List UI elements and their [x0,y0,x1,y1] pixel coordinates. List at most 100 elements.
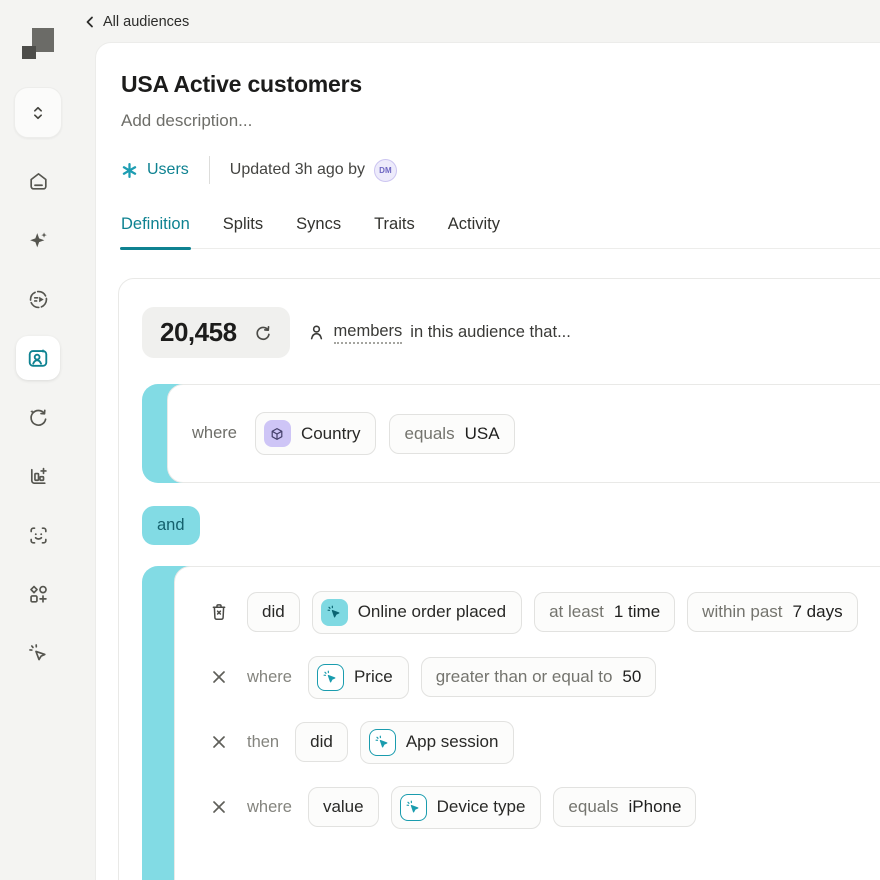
close-icon[interactable] [207,667,231,687]
person-icon [307,323,326,342]
and-connector-badge[interactable]: and [142,506,200,545]
activity-cursor-icon [27,642,50,665]
frequency-chip[interactable]: at least 1 time [534,592,675,632]
operator-value: 50 [622,667,641,687]
time-window-text: within past [702,602,782,622]
tab-traits[interactable]: Traits [373,215,416,248]
main-panel: USA Active customers Add description... … [95,42,880,880]
tab-syncs[interactable]: Syncs [295,215,342,248]
operator-value: iPhone [629,797,682,817]
entity-label: Users [147,161,189,179]
condition-row-then-app-session: then did A [207,719,880,765]
event-chip-online-order-placed[interactable]: Online order placed [312,591,522,634]
sidebar-item-identity[interactable] [16,513,60,557]
event-chip-app-session[interactable]: App session [360,721,515,764]
chevron-left-icon [84,16,96,28]
time-window-chip[interactable]: within past 7 days [687,592,857,632]
chips: did App session [295,721,514,764]
audience-meta-row: Users Updated 3h ago by DM [121,156,880,184]
did-chip[interactable]: did [295,722,348,762]
entity-users-link[interactable]: Users [121,161,189,179]
members-suffix: in this audience that... [410,323,571,342]
property-chip-price[interactable]: Price [308,656,409,699]
property-chip-label: Country [301,424,361,444]
close-icon[interactable] [207,797,231,817]
segment-logo[interactable] [18,12,60,62]
operator-text: equals [568,797,618,817]
condition-row-event: did Online order placed [207,589,880,635]
chips: Price greater than or equal to 50 [308,656,656,699]
breadcrumb-label: All audiences [103,14,189,30]
divider [209,156,210,184]
event-chip-label: Online order placed [358,602,506,622]
operator-chip-equals-iphone[interactable]: equals iPhone [553,787,696,827]
up-down-chevrons-icon [28,103,48,123]
member-count-pill: 20,458 [142,307,290,358]
sidebar-item-ai-assistant[interactable] [16,218,60,262]
description-placeholder[interactable]: Add description... [121,111,880,131]
operator-value: USA [465,424,500,444]
breadcrumb-back-all-audiences[interactable]: All audiences [84,11,189,33]
condition-group-1-card: where Country equals USA [167,384,880,483]
event-cursor-icon [369,729,396,756]
event-chip-label: App session [406,732,499,752]
sync-loop-icon [27,406,50,429]
tab-activity[interactable]: Activity [447,215,501,248]
updated-text: Updated 3h ago by [230,161,365,179]
workspace-switcher-button[interactable] [14,87,62,138]
event-cursor-icon [317,664,344,691]
refresh-icon[interactable] [253,323,272,342]
property-chip-device-type[interactable]: Device type [391,786,542,829]
sidebar-item-apps[interactable] [16,572,60,616]
members-link[interactable]: members [334,322,403,344]
condition-row-price: where Price [207,654,880,700]
sidebar [0,0,76,880]
logo-square-small [22,46,36,59]
analytics-chart-icon [27,465,50,488]
trash-icon[interactable] [207,601,231,623]
operator-text: equals [404,424,454,444]
row-keyword: then [247,733,279,752]
avatar-initials: DM [379,166,392,175]
operator-chip-equals-usa[interactable]: equals USA [389,414,514,454]
sidebar-item-home[interactable] [16,159,60,203]
row-keyword: where [247,668,292,687]
page-title[interactable]: USA Active customers [121,71,880,98]
apps-shapes-icon [27,583,50,606]
time-window-value: 7 days [793,602,843,622]
tab-splits[interactable]: Splits [222,215,264,248]
chips: value Device type [308,786,697,829]
value-chip[interactable]: value [308,787,379,827]
property-chip-label: Price [354,667,393,687]
event-cursor-icon [321,599,348,626]
definition-card: 20,458 members in this audience that.. [118,278,880,880]
snowflake-icon [121,162,138,179]
frequency-value: 1 time [614,602,660,622]
sidebar-item-engage[interactable] [16,277,60,321]
condition-row-device-type: where value [207,784,880,830]
did-chip[interactable]: did [247,592,300,632]
face-scan-icon [27,524,50,547]
audiences-person-card-icon [26,346,50,370]
sidebar-item-sync[interactable] [16,395,60,439]
home-icon [27,170,50,193]
operator-text: greater than or equal to [436,667,613,687]
operator-chip-gte-50[interactable]: greater than or equal to 50 [421,657,657,697]
sidebar-item-audiences[interactable] [16,336,60,380]
frequency-text: at least [549,602,604,622]
members-phrase: members in this audience that... [307,322,571,344]
avatar[interactable]: DM [374,159,397,182]
property-chip-country[interactable]: Country [255,412,377,455]
tab-definition[interactable]: Definition [120,215,191,248]
row-keyword: where [247,798,292,817]
condition-group-2-card: did Online order placed [174,566,880,880]
engage-play-icon [27,288,50,311]
sidebar-nav [16,159,60,675]
member-count-row: 20,458 members in this audience that.. [142,307,880,358]
chips: did Online order placed [247,591,858,634]
close-icon[interactable] [207,732,231,752]
sidebar-item-journeys[interactable] [16,631,60,675]
ai-spark-icon [27,229,50,252]
sidebar-item-analytics[interactable] [16,454,60,498]
condition-group-1: where Country equals USA [142,384,880,483]
